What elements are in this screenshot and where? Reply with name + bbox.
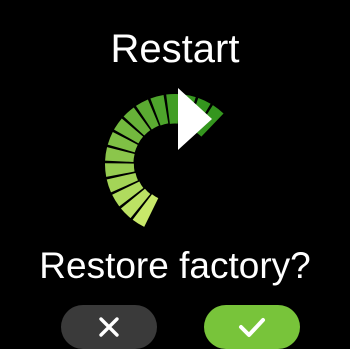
- restart-arrow-icon: [105, 88, 224, 227]
- restore-factory-dialog: Restart Restore factory?: [0, 0, 350, 349]
- arc-segment: [166, 94, 180, 124]
- dialog-title: Restart: [110, 27, 240, 71]
- check-icon: [239, 318, 265, 337]
- cancel-button[interactable]: [61, 305, 157, 349]
- dialog-question: Restore factory?: [39, 245, 311, 286]
- restart-graphic: [100, 86, 250, 236]
- close-icon: [99, 317, 119, 337]
- confirm-button[interactable]: [204, 305, 300, 349]
